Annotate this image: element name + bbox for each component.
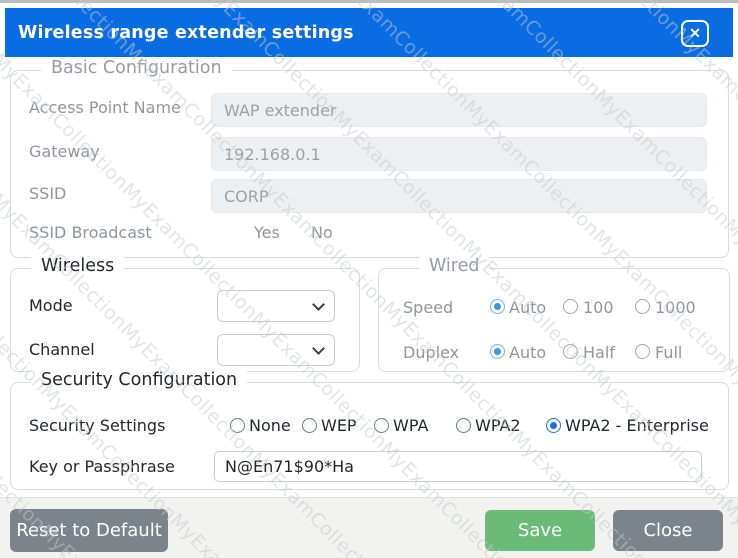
security-wep-radio[interactable] xyxy=(302,418,317,433)
security-wpa2-radio[interactable] xyxy=(456,418,471,433)
gateway-label: Gateway xyxy=(29,142,100,161)
group-wired: Wired Speed Auto 100 1000 Duplex Auto Ha… xyxy=(378,268,730,372)
access-point-name-label: Access Point Name xyxy=(29,98,181,117)
duplex-full-radio xyxy=(635,344,650,359)
speed-auto-radio xyxy=(490,299,505,314)
group-security-configuration: Security Configuration Security Settings… xyxy=(10,382,729,490)
title-bar: Wireless range extender settings ✕ xyxy=(5,8,733,57)
close-icon[interactable]: ✕ xyxy=(681,20,709,47)
access-point-name-field xyxy=(211,93,707,127)
group-basic-legend: Basic Configuration xyxy=(41,58,232,78)
ssid-broadcast-no-option: No xyxy=(311,223,333,242)
security-wpa2-enterprise-radio[interactable] xyxy=(546,418,561,433)
duplex-half-option: Half xyxy=(583,343,615,362)
security-wpa2-enterprise-option[interactable]: WPA2 - Enterprise xyxy=(565,416,709,435)
mode-select[interactable] xyxy=(217,290,335,322)
dialog-title: Wireless range extender settings xyxy=(18,23,354,43)
group-wireless: Wireless Mode Channel xyxy=(10,268,360,372)
ssid-broadcast-yes-option: Yes xyxy=(254,223,280,242)
group-wireless-legend: Wireless xyxy=(31,256,124,276)
speed-label: Speed xyxy=(403,298,453,317)
dialog-wireless-extender-settings: Wireless range extender settings ✕ Basic… xyxy=(0,0,738,558)
key-or-passphrase-field[interactable] xyxy=(214,451,702,482)
speed-1000-option: 1000 xyxy=(655,298,696,317)
speed-100-radio xyxy=(563,299,578,314)
security-wpa2-option[interactable]: WPA2 xyxy=(475,416,521,435)
key-or-passphrase-label: Key or Passphrase xyxy=(29,457,175,476)
duplex-auto-option: Auto xyxy=(509,343,546,362)
duplex-full-option: Full xyxy=(655,343,682,362)
ssid-field xyxy=(211,179,707,213)
security-wep-option[interactable]: WEP xyxy=(321,416,357,435)
group-basic-configuration: Basic Configuration Access Point Name Ga… xyxy=(10,70,729,258)
footer-bar: Reset to Default Save Close xyxy=(0,497,738,558)
group-wired-legend: Wired xyxy=(419,256,489,276)
speed-1000-radio xyxy=(635,299,650,314)
ssid-broadcast-label: SSID Broadcast xyxy=(29,223,152,242)
channel-label: Channel xyxy=(29,340,95,359)
channel-select[interactable] xyxy=(217,334,335,366)
security-settings-label: Security Settings xyxy=(29,416,165,435)
security-none-option[interactable]: None xyxy=(249,416,291,435)
window-top-edge xyxy=(0,0,738,3)
gateway-field xyxy=(211,137,707,171)
duplex-auto-radio xyxy=(490,344,505,359)
mode-label: Mode xyxy=(29,296,73,315)
reset-to-default-button[interactable]: Reset to Default xyxy=(10,509,168,552)
security-wpa-option[interactable]: WPA xyxy=(393,416,428,435)
chevron-down-icon xyxy=(312,298,325,311)
ssid-label: SSID xyxy=(29,184,66,203)
duplex-half-radio xyxy=(563,344,578,359)
duplex-label: Duplex xyxy=(403,343,459,362)
group-security-legend: Security Configuration xyxy=(31,370,247,390)
chevron-down-icon xyxy=(312,342,325,355)
save-button[interactable]: Save xyxy=(485,510,595,551)
security-none-radio[interactable] xyxy=(230,418,245,433)
speed-auto-option: Auto xyxy=(509,298,546,317)
security-wpa-radio[interactable] xyxy=(374,418,389,433)
speed-100-option: 100 xyxy=(583,298,614,317)
close-button[interactable]: Close xyxy=(613,510,723,551)
